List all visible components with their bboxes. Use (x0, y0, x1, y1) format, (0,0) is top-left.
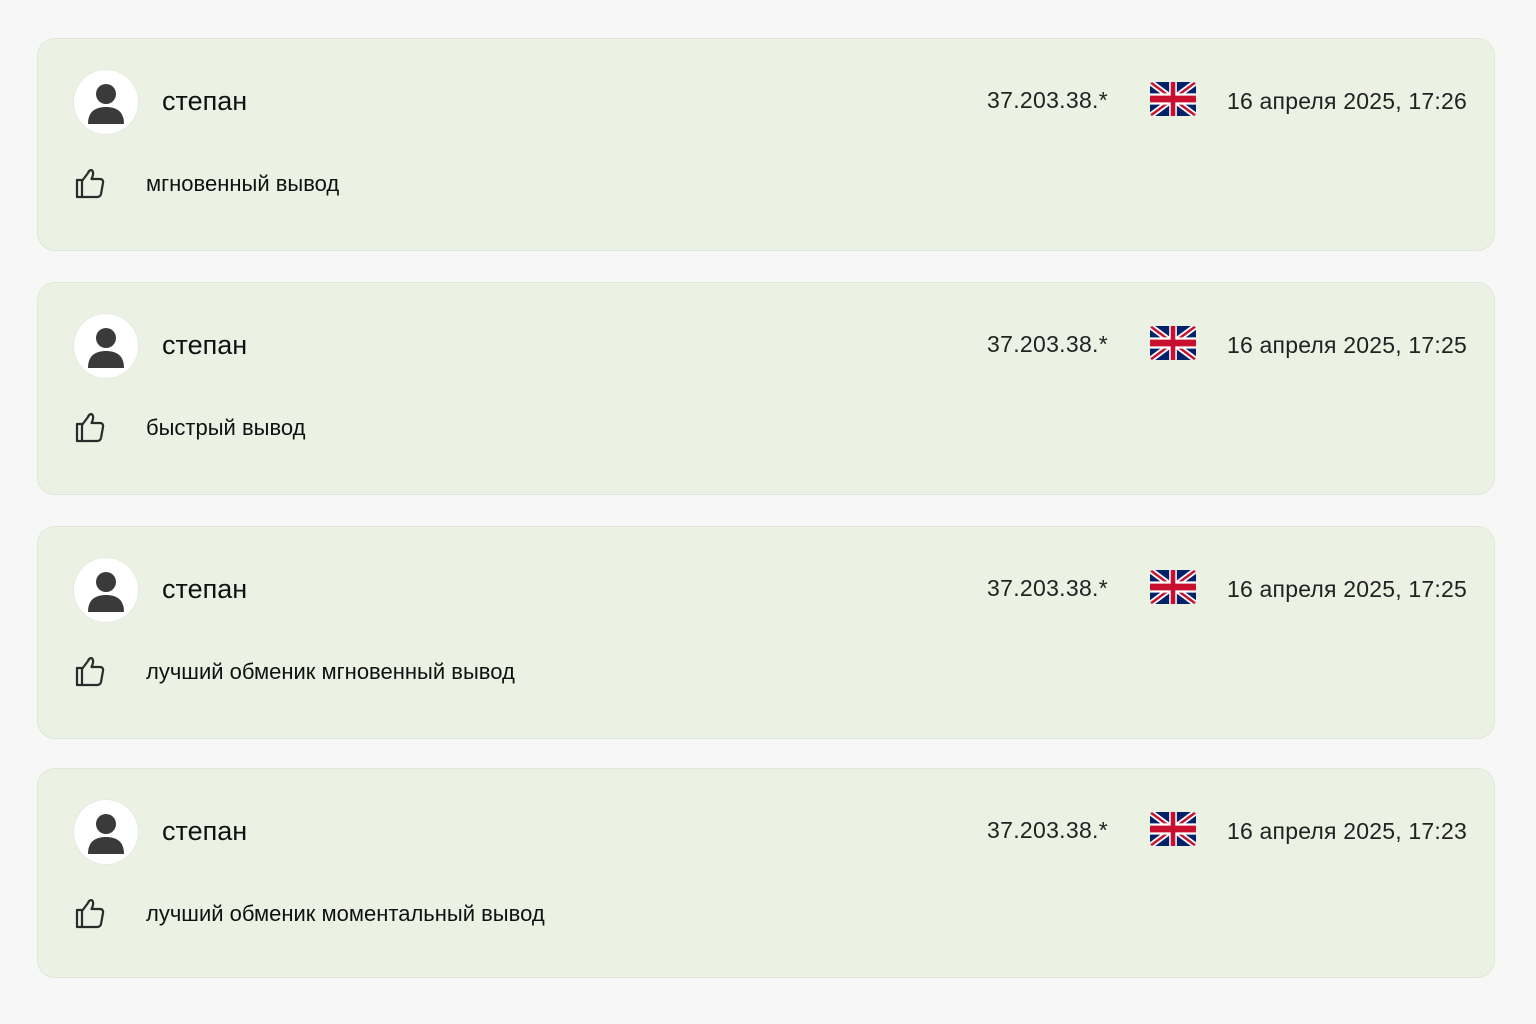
author-name: степан (162, 330, 248, 360)
user-avatar-icon (74, 70, 138, 134)
user-avatar-icon (74, 800, 138, 864)
review-date: 16 апреля 2025, 17:25 (1226, 576, 1467, 602)
author-name: степан (162, 574, 248, 604)
author-name: степан (162, 816, 248, 846)
review-card: степан 37.203.38.* 16 апреля 2025, 17:25… (37, 526, 1495, 739)
ip-address: 37.203.38.* (987, 87, 1108, 113)
review-card: степан 37.203.38.* 16 апреля 2025, 17:25… (37, 282, 1495, 495)
uk-flag-icon (1150, 570, 1196, 604)
uk-flag-icon (1150, 812, 1196, 846)
review-date: 16 апреля 2025, 17:26 (1226, 88, 1467, 114)
uk-flag-icon (1150, 326, 1196, 360)
thumbs-up-icon[interactable] (72, 653, 108, 689)
thumbs-up-icon[interactable] (72, 165, 108, 201)
thumbs-up-icon[interactable] (72, 409, 108, 445)
user-avatar-icon (74, 558, 138, 622)
ip-address: 37.203.38.* (987, 817, 1108, 843)
thumbs-up-icon[interactable] (72, 895, 108, 931)
review-card: степан 37.203.38.* 16 апреля 2025, 17:26… (37, 38, 1495, 251)
uk-flag-icon (1150, 82, 1196, 116)
review-date: 16 апреля 2025, 17:23 (1226, 818, 1467, 844)
review-text: лучший обменик моментальный вывод (146, 901, 545, 926)
author-name: степан (162, 86, 248, 116)
ip-address: 37.203.38.* (987, 331, 1108, 357)
user-avatar-icon (74, 314, 138, 378)
review-text: быстрый вывод (146, 415, 306, 440)
review-date: 16 апреля 2025, 17:25 (1226, 332, 1467, 358)
review-text: мгновенный вывод (146, 171, 340, 196)
ip-address: 37.203.38.* (987, 575, 1108, 601)
review-card: степан 37.203.38.* 16 апреля 2025, 17:23… (37, 768, 1495, 978)
review-text: лучший обменик мгновенный вывод (146, 659, 515, 684)
